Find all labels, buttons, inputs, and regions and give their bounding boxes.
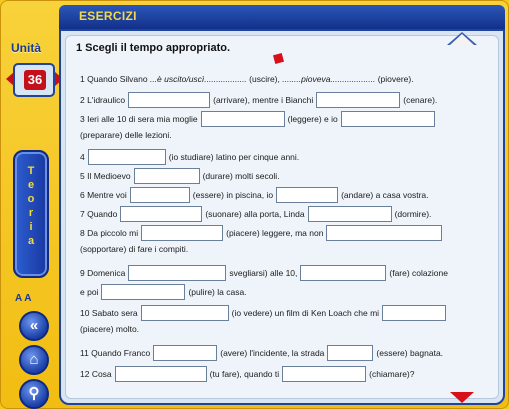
text: e poi	[80, 287, 99, 297]
text: (avere) l'incidente, la strada	[220, 348, 325, 358]
text: (uscire),	[249, 74, 280, 84]
text: (cenare).	[403, 95, 438, 105]
answer-field[interactable]	[276, 187, 339, 203]
teoria-letter: T	[27, 165, 35, 177]
answer-field[interactable]	[300, 265, 387, 281]
sentence-4: 4 (io studiare) latino per cinque anni.	[80, 149, 299, 165]
answer-field[interactable]	[316, 92, 401, 108]
answer-field[interactable]	[140, 305, 229, 321]
answer-field[interactable]	[101, 284, 186, 300]
page-title: ESERCIZI	[79, 9, 137, 23]
answer-field[interactable]	[120, 206, 203, 222]
sentence-8: 8 Da piccolo mi (piacere) leggere, ma no…	[80, 225, 445, 241]
sentence-2: 2 L'idraulico (arrivare), mentre i Bianc…	[80, 92, 437, 108]
header-bar: ESERCIZI	[59, 5, 505, 29]
sentence-11: 11 Quando Franco (avere) l'incidente, la…	[80, 345, 443, 361]
text: (essere) in piscina, io	[192, 190, 274, 200]
exercise-panel: 1 Scegli il tempo appropriato. 1 Quando …	[59, 29, 505, 405]
text: (leggere) e io	[287, 114, 338, 124]
scroll-up-arrow-inner	[450, 34, 474, 45]
teoria-letter: i	[29, 221, 33, 233]
answer-field[interactable]	[129, 187, 190, 203]
text: 3 Ieri alle 10 di sera mia moglie	[80, 114, 198, 124]
text: (andare) a casa vostra.	[341, 190, 429, 200]
text: (io vedere) un film di Ken Loach che mi	[231, 308, 380, 318]
answer-field[interactable]	[382, 305, 447, 321]
text: (sopportare) di fare i compiti.	[80, 244, 189, 254]
text: 7 Quando	[80, 209, 118, 219]
answer-field[interactable]	[327, 345, 374, 361]
text: (suonare) alla porta, Linda	[205, 209, 305, 219]
sentence-3: 3 Ieri alle 10 di sera mia moglie (legge…	[80, 111, 438, 127]
text: (piacere) molto.	[80, 324, 140, 334]
teoria-letter: e	[27, 179, 35, 191]
font-size-toggle[interactable]: A A	[15, 293, 31, 304]
teoria-button[interactable]: T e o r i a	[13, 150, 49, 278]
text: (pulire) la casa.	[188, 287, 247, 297]
sentence-10-cont: (piacere) molto.	[80, 324, 139, 334]
text: (piovere).	[377, 74, 414, 84]
teoria-letter: a	[27, 235, 35, 247]
sentence-12: 12 Cosa (tu fare), quando ti (chiamare)?	[80, 366, 415, 382]
exercise-title: 1 Scegli il tempo appropriato.	[76, 42, 231, 54]
text: 1 Quando Silvano	[80, 74, 148, 84]
text: svegliarsi) alle 10,	[229, 268, 298, 278]
answer-field[interactable]	[87, 149, 166, 165]
answer-field[interactable]	[133, 168, 200, 184]
teoria-letter: r	[28, 207, 34, 219]
double-chevron-left-icon[interactable]: «	[19, 311, 49, 341]
sentence-6: 6 Mentre voi (essere) in piscina, io (an…	[80, 187, 429, 203]
sentence-9: 9 Domenica svegliarsi) alle 10, (fare) c…	[80, 265, 448, 281]
answer-field[interactable]	[340, 111, 435, 127]
answer-field[interactable]	[128, 265, 227, 281]
text: 12 Cosa	[80, 369, 112, 379]
home-icon[interactable]: ⌂	[19, 345, 49, 375]
unit-number: 36	[24, 70, 46, 90]
text: (piacere) leggere, ma non	[226, 228, 324, 238]
unit-label: Unità	[11, 41, 41, 55]
text: (io studiare) latino per cinque anni.	[168, 152, 300, 162]
answer-field[interactable]	[200, 111, 285, 127]
unit-box: 36	[13, 63, 55, 97]
answer-field[interactable]	[326, 225, 443, 241]
answer-text: ...è uscito/uscì..................	[149, 74, 247, 84]
text: 5 Il Medioevo	[80, 171, 131, 181]
text: (dormire).	[394, 209, 432, 219]
text: 2 L'idraulico	[80, 95, 126, 105]
text: (chiamare)?	[369, 369, 415, 379]
text: (essere) bagnata.	[376, 348, 444, 358]
red-marker-icon	[272, 52, 285, 65]
scroll-down-arrow-icon[interactable]	[450, 392, 474, 403]
answer-field[interactable]	[282, 366, 367, 382]
text: 10 Sabato sera	[80, 308, 138, 318]
text: 8 Da piccolo mi	[80, 228, 139, 238]
sidebar: Unità 36 T e o r i a A A « ⌂ ⚲	[5, 23, 63, 409]
sentence-10: 10 Sabato sera (io vedere) un film di Ke…	[80, 305, 449, 321]
answer-field[interactable]	[307, 206, 392, 222]
text: (arrivare), mentre i Bianchi	[213, 95, 314, 105]
sentence-1: 1 Quando Silvano ...è uscito/uscì.......…	[80, 74, 414, 84]
sentence-8-cont: (sopportare) di fare i compiti.	[80, 244, 188, 254]
text: 9 Domenica	[80, 268, 126, 278]
sentence-5: 5 Il Medioevo (durare) molti secoli.	[80, 168, 280, 184]
text: (fare) colazione	[389, 268, 448, 278]
answer-field[interactable]	[128, 92, 211, 108]
sentence-9-cont: e poi (pulire) la casa.	[80, 284, 247, 300]
answer-field[interactable]	[114, 366, 207, 382]
magnifier-icon[interactable]: ⚲	[19, 379, 49, 409]
text: 4	[80, 152, 85, 162]
teoria-letter: o	[27, 193, 35, 205]
sentence-3-cont: (preparare) delle lezioni.	[80, 130, 172, 140]
answer-text: ........pioveva...................	[282, 74, 376, 84]
sentence-7: 7 Quando (suonare) alla porta, Linda (do…	[80, 206, 431, 222]
app-window: ESERCIZI Unità 36 T e o r i a A A « ⌂ ⚲ …	[0, 0, 509, 409]
text: 6 Mentre voi	[80, 190, 127, 200]
exercise-content: 1 Scegli il tempo appropriato. 1 Quando …	[65, 32, 499, 403]
text: (durare) molti secoli.	[202, 171, 280, 181]
answer-field[interactable]	[141, 225, 224, 241]
text: (tu fare), quando ti	[209, 369, 280, 379]
answer-field[interactable]	[153, 345, 218, 361]
text: (preparare) delle lezioni.	[80, 130, 172, 140]
text: 11 Quando Franco	[80, 348, 151, 358]
